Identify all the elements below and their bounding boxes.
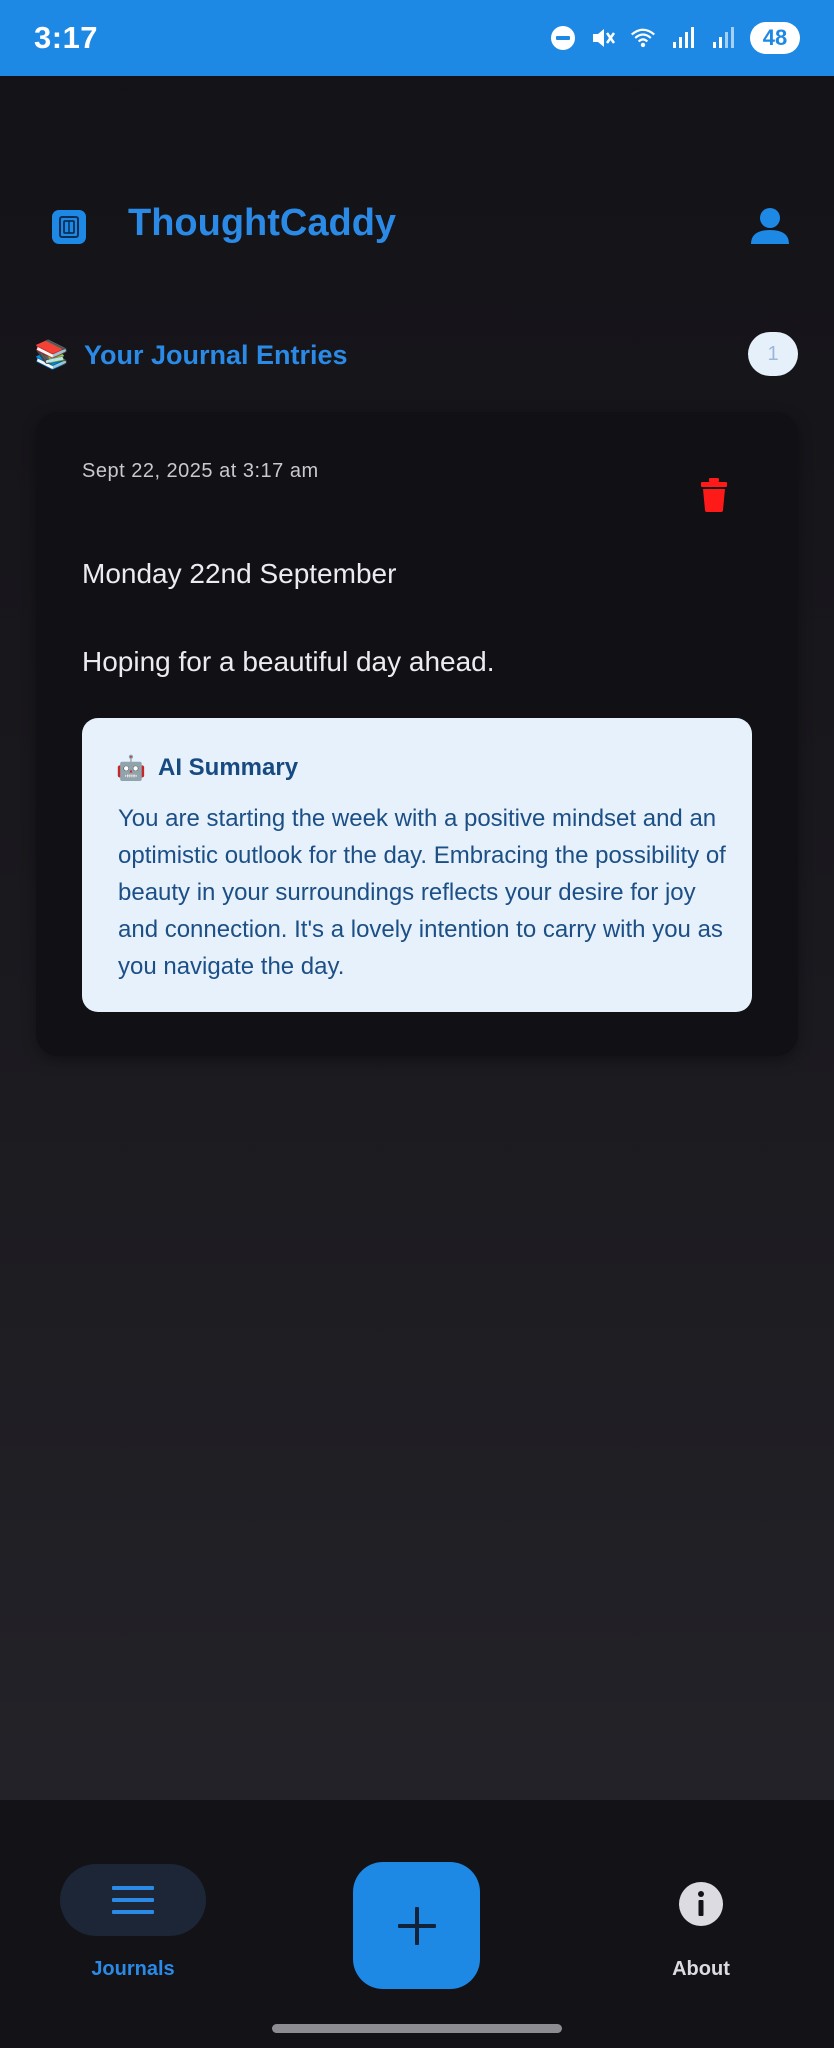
nav-journals[interactable]: Journals [60,1864,206,1984]
add-entry-button[interactable] [353,1862,480,1989]
menu-icon [112,1886,154,1914]
entry-title: Monday 22nd September [82,558,397,589]
plus-icon [397,1906,436,1945]
nav-journals-label: Journals [91,1958,175,1980]
ai-summary-title: AI Summary [158,754,299,781]
signal-icon [710,25,736,51]
nav-about-label: About [672,1958,730,1980]
delete-entry-button[interactable] [700,478,728,512]
entry-date: Sept 22, 2025 at 3:17 am [82,460,319,482]
ai-summary-box: 🤖 AI Summary You are starting the week w… [82,718,752,1012]
nav-about[interactable]: About [628,1864,774,1984]
mute-icon [590,25,616,51]
status-bar: 3:17 48 [0,0,834,76]
entry-count-badge: 1 [748,332,798,376]
user-icon [751,208,789,244]
nav-journals-pill[interactable] [60,1864,206,1936]
battery-indicator: 48 [750,22,800,54]
status-icons: 48 [550,22,800,54]
journal-icon [52,210,86,244]
journal-entry-card[interactable]: Sept 22, 2025 at 3:17 am Monday 22nd Sep… [36,412,798,1056]
section-title: Your Journal Entries [84,340,348,370]
profile-button[interactable] [748,204,792,248]
app-title: ThoughtCaddy [128,202,397,244]
status-time: 3:17 [34,20,99,55]
bottom-navigation: Journals About [0,1800,834,2048]
home-indicator[interactable] [272,2024,562,2033]
wifi-icon [630,25,656,51]
trash-icon [701,478,727,512]
journal-entries-header: 📚 Your Journal Entries 1 [0,332,834,380]
robot-icon: 🤖 [116,755,146,782]
signal-icon [670,25,696,51]
do-not-disturb-icon [550,25,576,51]
entry-body: Hoping for a beautiful day ahead. [82,646,495,677]
info-icon [673,1876,729,1932]
books-icon: 📚 [34,339,69,370]
ai-summary-text: You are starting the week with a positiv… [118,805,726,980]
app-header: ThoughtCaddy [0,190,834,262]
